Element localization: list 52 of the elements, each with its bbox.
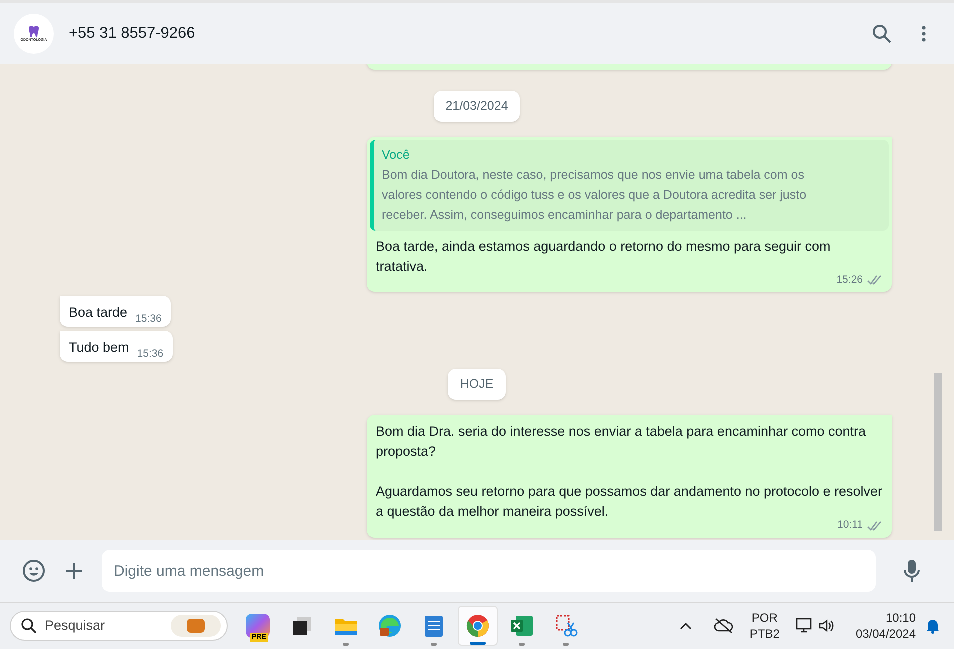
contact-name[interactable]: +55 31 8557-9266 [69,22,196,46]
date-chip: 21/03/2024 [434,91,520,122]
search-icon[interactable] [872,24,892,44]
clock-time: 10:10 [886,610,916,626]
cloud-offline-icon[interactable] [714,618,734,634]
running-indicator [519,643,525,646]
edge-browser-icon [378,614,402,638]
window-stack-icon [291,615,313,637]
briefcase-icon [171,615,221,637]
microphone-icon[interactable] [904,559,920,583]
running-indicator [563,643,569,646]
double-check-icon [867,520,883,531]
message-text: Boa tarde [69,304,128,322]
double-check-icon [867,275,883,286]
scissors-icon [554,614,578,638]
message-time: 10:11 [838,518,863,533]
message-text: Tudo bem [69,339,130,358]
date-chip: HOJE [448,369,506,400]
language-indicator[interactable]: POR PTB2 [750,610,780,642]
message-text: Aguardamos seu retorno para que possamos dar andamento no protocolo e resolver a questão da melhor maneira possível. [376,483,883,520]
notepad-icon [424,614,444,638]
tooth-icon [27,24,41,39]
search-icon [21,618,37,634]
message-time: 15:36 [137,346,164,362]
message-text: Boa tarde, ainda estamos aguardando o retorno do mesmo para seguir com tratativa. [376,238,832,276]
network-icon[interactable] [796,618,814,634]
clock[interactable]: 10:10 03/04/2024 [856,610,916,642]
smiley-icon[interactable] [22,559,46,583]
scrollbar-thumb[interactable] [934,373,942,531]
clock-date: 03/04/2024 [856,626,916,642]
plus-icon[interactable] [64,561,84,581]
search-placeholder: Pesquisar [45,616,106,635]
quote-text: Bom dia Doutora, neste caso, precisamos que nos envie uma tabela com os valores contendo o código tuss e os valores que a Doutora acredita ser justo receber. Assim, conseguimos encaminhar para o departamento ... [382,166,808,224]
running-indicator [431,643,437,646]
message-time: 15:36 [136,312,162,326]
message-input[interactable]: Digite uma mensagem [102,550,876,592]
running-indicator [343,643,349,646]
folder-icon [334,616,358,636]
quote-author: Você [382,146,411,164]
menu-icon[interactable] [922,26,926,42]
running-indicator [470,642,486,645]
message-time: 15:26 [836,272,863,288]
chrome-browser-icon [466,614,490,638]
chevron-up-icon[interactable] [680,622,692,630]
copilot-icon [246,614,270,638]
bell-icon[interactable] [926,618,940,634]
message-text: Bom dia Dra. seria do interesse nos enviar a tabela para encaminhar como contra proposta? [376,423,868,461]
language-code: POR [752,610,778,626]
speaker-icon[interactable] [818,618,836,634]
spreadsheet-icon [510,614,534,638]
keyboard-layout: PTB2 [750,626,780,642]
taskbar-search-field[interactable]: Pesquisar [10,611,228,641]
